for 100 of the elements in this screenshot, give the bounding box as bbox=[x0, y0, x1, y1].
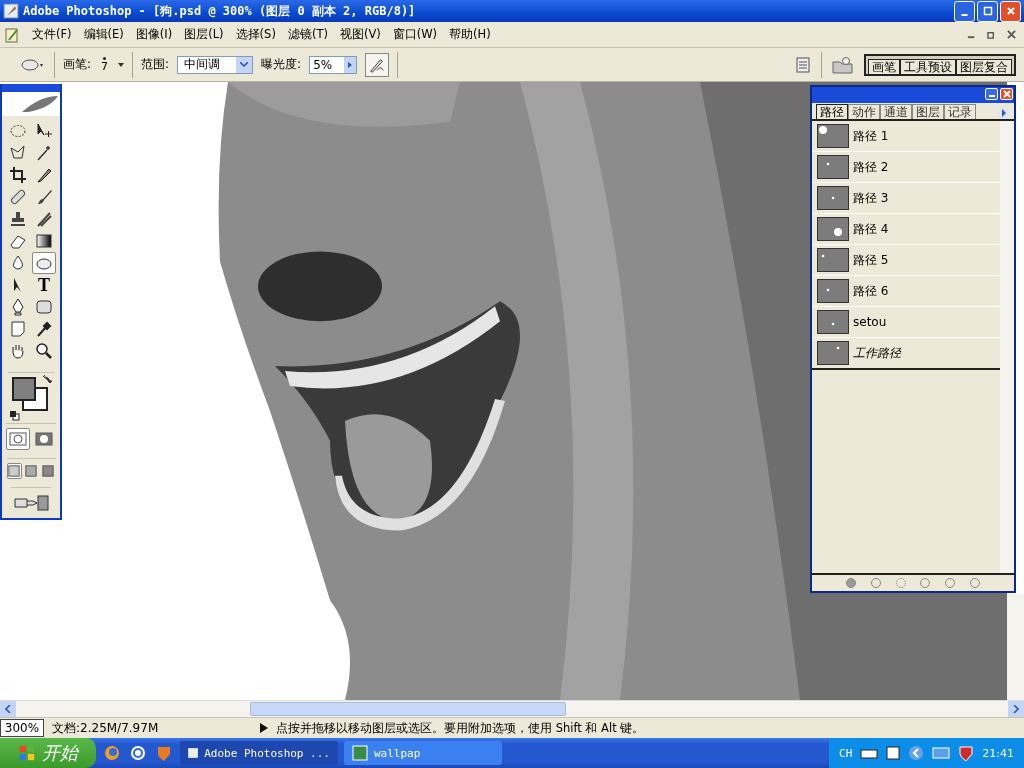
shield-icon[interactable] bbox=[958, 745, 975, 761]
close-button[interactable] bbox=[1000, 0, 1021, 22]
panel-action-icon[interactable] bbox=[944, 577, 957, 589]
menu-item[interactable]: 文件(F) bbox=[26, 27, 78, 42]
maximize-button[interactable] bbox=[977, 0, 998, 22]
swap-icon[interactable] bbox=[42, 375, 52, 385]
range-label: 范围: bbox=[141, 56, 170, 73]
menu-item[interactable]: 滤镜(T) bbox=[281, 27, 334, 42]
default-colors-icon[interactable] bbox=[10, 411, 20, 421]
exposure-field[interactable]: 5% bbox=[309, 55, 358, 74]
collapse-tray-icon[interactable] bbox=[908, 745, 925, 761]
lasso-icon bbox=[9, 144, 27, 162]
standard-mode-button[interactable] bbox=[6, 428, 30, 450]
path-thumbnail bbox=[817, 341, 849, 365]
path-row[interactable]: 路径 3 bbox=[812, 183, 1000, 214]
shape-icon bbox=[35, 298, 53, 316]
path-name: setou bbox=[853, 315, 887, 329]
path-row[interactable]: 路径 5 bbox=[812, 245, 1000, 276]
arrow-icon bbox=[1001, 109, 1007, 117]
menu-item[interactable]: 图层(L) bbox=[178, 27, 230, 42]
arrow-icon bbox=[348, 61, 353, 68]
brush-icon bbox=[35, 188, 53, 206]
scrollbar[interactable] bbox=[1000, 121, 1014, 573]
panel-tab[interactable]: 通道 bbox=[880, 104, 912, 119]
minimize-icon bbox=[961, 13, 968, 16]
minimize-button[interactable] bbox=[954, 0, 975, 22]
folder-icon[interactable] bbox=[832, 55, 854, 74]
move-icon bbox=[35, 122, 53, 140]
status-hint: 点按并拖移以移动图层或选区。要用附加选项，使用 Shift 和 Alt 键。 bbox=[276, 720, 645, 736]
path-name: 路径 4 bbox=[853, 220, 889, 238]
path-thumbnail bbox=[817, 155, 849, 179]
chevron-left-icon bbox=[5, 705, 11, 713]
document-icon bbox=[4, 26, 20, 43]
brush-picker[interactable]: 7 bbox=[99, 52, 111, 77]
exposure-label: 曝光度: bbox=[261, 56, 302, 73]
screen-mode-button[interactable] bbox=[40, 463, 56, 479]
panel-menu-button[interactable] bbox=[998, 107, 1010, 119]
minimize-button[interactable] bbox=[985, 88, 998, 100]
scroll-right-button[interactable] bbox=[1008, 701, 1024, 717]
sponge-tool[interactable] bbox=[32, 252, 56, 274]
quick-mask-icon bbox=[35, 432, 53, 446]
hand-icon bbox=[9, 342, 27, 360]
path-row[interactable]: 路径 6 bbox=[812, 276, 1000, 307]
airbrush-button[interactable] bbox=[365, 52, 390, 77]
zoom-icon bbox=[35, 342, 53, 360]
taskbar-button[interactable]: wallpap bbox=[344, 741, 502, 765]
app-icon bbox=[188, 745, 199, 761]
path-row[interactable]: 路径 2 bbox=[812, 152, 1000, 183]
type-tool[interactable]: T bbox=[32, 274, 56, 296]
feather-icon bbox=[20, 94, 60, 114]
menu-item[interactable]: 视图(V) bbox=[333, 27, 387, 42]
wand-icon bbox=[35, 144, 53, 162]
path-row[interactable]: setou bbox=[812, 307, 1000, 338]
palette-tab[interactable]: 画笔 bbox=[868, 58, 900, 74]
taskbar-button[interactable]: Adobe Photoshop ... bbox=[180, 741, 338, 765]
standard-mode-icon bbox=[9, 432, 27, 446]
close-icon bbox=[1007, 30, 1016, 39]
crop-icon bbox=[9, 166, 27, 184]
menu-item[interactable]: 编辑(E) bbox=[77, 27, 130, 42]
eyedropper-icon bbox=[35, 320, 53, 338]
maximize-icon bbox=[982, 6, 993, 16]
panel-tab[interactable]: 路径 bbox=[816, 104, 848, 119]
jump-to-imageready-button[interactable] bbox=[11, 492, 51, 514]
color-swatches-drawing[interactable] bbox=[12, 377, 48, 411]
range-dropdown[interactable]: 中间调 bbox=[177, 55, 254, 74]
path-name: 工作路径 bbox=[853, 344, 901, 362]
scrollbar[interactable] bbox=[1007, 594, 1024, 700]
path-thumbnail bbox=[817, 310, 849, 334]
document-size: 文档:2.25M/7.97M bbox=[52, 719, 160, 737]
zoom-field[interactable]: 300% bbox=[0, 719, 44, 737]
chevron-right-icon bbox=[1013, 705, 1019, 713]
panel-tab[interactable]: 动作 bbox=[848, 104, 880, 119]
path-row[interactable]: 路径 1 bbox=[812, 121, 1000, 152]
arrow-icon bbox=[13, 494, 49, 512]
path-row[interactable]: 工作路径 bbox=[812, 338, 1000, 370]
menu-item[interactable]: 选择(S) bbox=[229, 27, 282, 42]
path-thumbnail bbox=[817, 248, 849, 272]
menu-item[interactable]: 窗口(W) bbox=[386, 27, 444, 42]
path-name: 路径 1 bbox=[853, 127, 889, 145]
close-button[interactable] bbox=[1000, 88, 1013, 100]
window-icon bbox=[25, 465, 37, 477]
screen-mode-button[interactable] bbox=[23, 463, 39, 479]
scrollbar-thumb[interactable] bbox=[250, 702, 566, 716]
path-thumbnail bbox=[817, 124, 849, 148]
clock: 21:41 bbox=[982, 746, 1014, 760]
panel-tab[interactable]: 图层 bbox=[912, 104, 944, 119]
panel-action-icon[interactable] bbox=[869, 577, 882, 589]
menu-item[interactable]: 图像(I) bbox=[129, 27, 179, 42]
marquee-icon bbox=[9, 122, 27, 140]
screen-mode-button[interactable] bbox=[6, 463, 22, 479]
palette-tab[interactable]: 工具预设 bbox=[900, 58, 956, 74]
panel-action-icon[interactable] bbox=[844, 577, 857, 589]
scroll-left-button[interactable] bbox=[0, 701, 16, 717]
palette-tab[interactable]: 图层复合 bbox=[956, 58, 1012, 74]
panel-action-icon[interactable] bbox=[919, 577, 932, 589]
panel-tab[interactable]: 记录 bbox=[944, 104, 976, 119]
path-row[interactable]: 路径 4 bbox=[812, 214, 1000, 245]
panel-action-icon[interactable] bbox=[969, 577, 982, 589]
menu-item[interactable]: 帮助(H) bbox=[443, 27, 497, 42]
play-icon[interactable] bbox=[260, 723, 268, 733]
